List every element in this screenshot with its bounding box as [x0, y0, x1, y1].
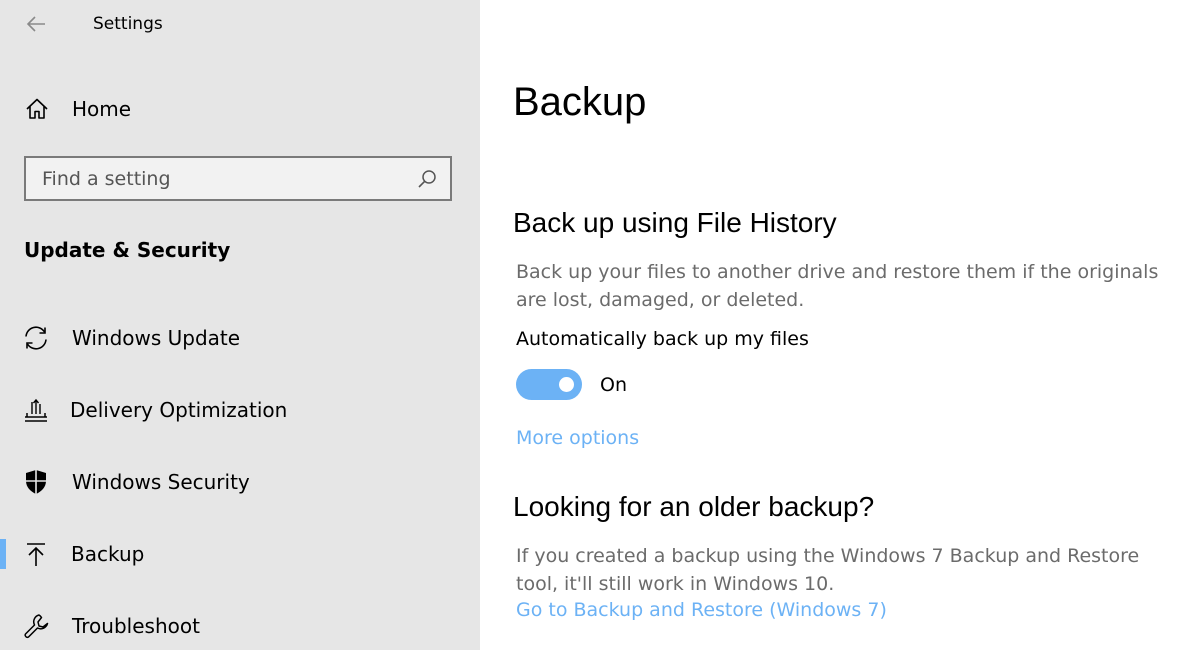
section-heading: Update & Security	[24, 238, 231, 262]
toggle-knob	[559, 377, 574, 392]
sidebar: Settings Home Update & Security	[0, 0, 480, 650]
app-title: Settings	[93, 14, 163, 34]
sidebar-item-label: Backup	[71, 542, 145, 566]
file-history-description: Back up your files to another drive and …	[516, 261, 1159, 311]
settings-window: Settings Home Update & Security	[0, 0, 1200, 650]
sidebar-item-windows-update[interactable]: Windows Update	[0, 314, 480, 362]
file-history-heading: Back up using File History	[513, 207, 837, 238]
sync-icon	[22, 324, 50, 352]
auto-backup-toggle-row: On	[516, 369, 627, 400]
wrench-icon	[22, 612, 50, 640]
older-backup-heading: Looking for an older backup?	[513, 491, 875, 522]
home-label: Home	[72, 97, 132, 121]
back-button[interactable]	[22, 10, 50, 38]
shield-icon	[22, 468, 50, 496]
main-content: Backup Back up using File History Back u…	[480, 0, 1200, 650]
search-icon[interactable]	[416, 168, 438, 190]
older-backup-description: If you created a backup using the Window…	[516, 545, 1140, 595]
backup-restore-link[interactable]: Go to Backup and Restore (Windows 7)	[516, 599, 887, 621]
search-box[interactable]	[24, 156, 452, 201]
home-link[interactable]: Home	[24, 94, 131, 124]
page-title: Backup	[513, 80, 647, 124]
arrow-up-icon	[22, 540, 50, 568]
sidebar-item-label: Troubleshoot	[72, 614, 200, 638]
sidebar-item-windows-security[interactable]: Windows Security	[0, 458, 480, 506]
auto-backup-toggle[interactable]	[516, 369, 582, 400]
back-arrow-icon	[26, 16, 45, 32]
more-options-link[interactable]: More options	[516, 427, 639, 449]
sidebar-item-troubleshoot[interactable]: Troubleshoot	[0, 602, 480, 650]
auto-backup-label: Automatically back up my files	[516, 328, 809, 350]
sidebar-item-delivery-optimization[interactable]: Delivery Optimization	[0, 386, 480, 434]
home-icon	[26, 98, 48, 119]
sidebar-item-label: Windows Update	[72, 326, 241, 350]
sidebar-item-backup[interactable]: Backup	[0, 530, 480, 578]
toggle-state-label: On	[600, 373, 627, 396]
sidebar-item-label: Windows Security	[72, 470, 250, 494]
sidebar-item-label: Delivery Optimization	[70, 398, 288, 422]
selection-indicator	[0, 539, 6, 569]
search-input[interactable]	[26, 167, 416, 190]
upload-tray-icon	[22, 396, 50, 424]
